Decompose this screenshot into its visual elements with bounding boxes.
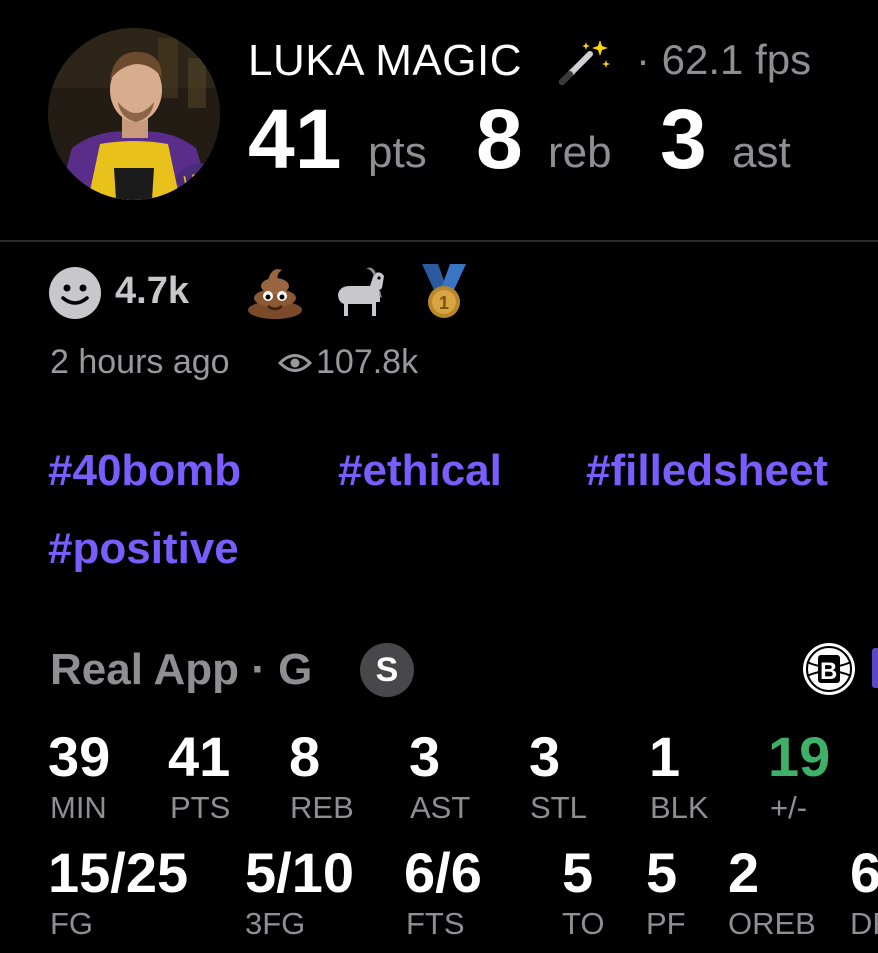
stat-min-value: 39 bbox=[48, 725, 111, 788]
stat-plus-minus-value: 19 bbox=[768, 725, 831, 788]
headline-rebounds-unit: reb bbox=[548, 128, 612, 177]
stat-oreb-value: 2 bbox=[728, 841, 760, 904]
reaction-count: 4.7k bbox=[115, 270, 189, 312]
stat-stl-value: 3 bbox=[529, 725, 561, 788]
eye-icon bbox=[278, 354, 312, 372]
fps-metric: · 62.1 fps bbox=[636, 36, 812, 83]
hashtag-link[interactable]: #filledsheet bbox=[586, 446, 828, 496]
stat-stl-label: STL bbox=[530, 790, 587, 825]
stat-dreb-value: 6 bbox=[850, 841, 878, 904]
hashtag-link[interactable]: #ethical bbox=[338, 446, 502, 496]
starter-badge: S bbox=[360, 643, 414, 697]
game-source-label: Real App · G bbox=[50, 645, 313, 694]
player-name: LUKA MAGIC bbox=[248, 36, 522, 85]
header-divider bbox=[0, 240, 878, 242]
medal-icon[interactable]: 1 bbox=[416, 262, 472, 320]
stat-min-label: MIN bbox=[50, 790, 107, 825]
stat-fg-label: FG bbox=[50, 906, 94, 941]
opponent-label-cutoff bbox=[872, 648, 878, 688]
stat-pts-value: 41 bbox=[168, 725, 231, 788]
hashtag-link[interactable]: #positive bbox=[48, 524, 239, 574]
stat-fts-label: FTS bbox=[406, 906, 465, 941]
magic-wand-icon bbox=[559, 40, 610, 85]
headline-assists-unit: ast bbox=[732, 128, 791, 177]
post-timestamp: 2 hours ago bbox=[50, 343, 230, 381]
stat-pf-label: PF bbox=[646, 906, 686, 941]
headline-assists-value: 3 bbox=[660, 92, 707, 186]
stat-to-value: 5 bbox=[562, 841, 594, 904]
stat-reb-label: REB bbox=[290, 790, 354, 825]
hashtag-link[interactable]: #40bomb bbox=[48, 446, 241, 496]
stat-ast-value: 3 bbox=[409, 725, 441, 788]
headline-points-unit: pts bbox=[368, 128, 427, 177]
stat-3fg-label: 3FG bbox=[245, 906, 306, 941]
stat-blk-value: 1 bbox=[649, 725, 681, 788]
stat-3fg-value: 5/10 bbox=[245, 841, 354, 904]
nets-logo-icon[interactable]: B bbox=[802, 642, 856, 696]
stat-reb-value: 8 bbox=[289, 725, 321, 788]
stat-ast-label: AST bbox=[410, 790, 471, 825]
smile-icon[interactable] bbox=[48, 266, 102, 320]
svg-text:B: B bbox=[820, 658, 837, 685]
stat-to-label: TO bbox=[562, 906, 605, 941]
stat-fts-value: 6/6 bbox=[404, 841, 482, 904]
stat-pts-label: PTS bbox=[170, 790, 231, 825]
goat-icon[interactable] bbox=[330, 264, 388, 320]
view-count: 107.8k bbox=[316, 343, 419, 381]
stat-oreb-label: OREB bbox=[728, 906, 816, 941]
post-card: LAKERS LUKA MAGIC · 62.1 fps 41 pts 8 re… bbox=[0, 0, 878, 953]
player-avatar[interactable]: LAKERS bbox=[48, 28, 220, 200]
stat-plus-minus-label: +/- bbox=[770, 790, 808, 825]
poop-icon[interactable] bbox=[246, 264, 304, 320]
headline-points-value: 41 bbox=[248, 92, 342, 186]
stat-dreb-label: DREB bbox=[850, 906, 878, 941]
headline-rebounds-value: 8 bbox=[476, 92, 523, 186]
stat-pf-value: 5 bbox=[646, 841, 678, 904]
stat-blk-label: BLK bbox=[650, 790, 709, 825]
stat-fg-value: 15/25 bbox=[48, 841, 189, 904]
svg-text:1: 1 bbox=[439, 293, 449, 313]
